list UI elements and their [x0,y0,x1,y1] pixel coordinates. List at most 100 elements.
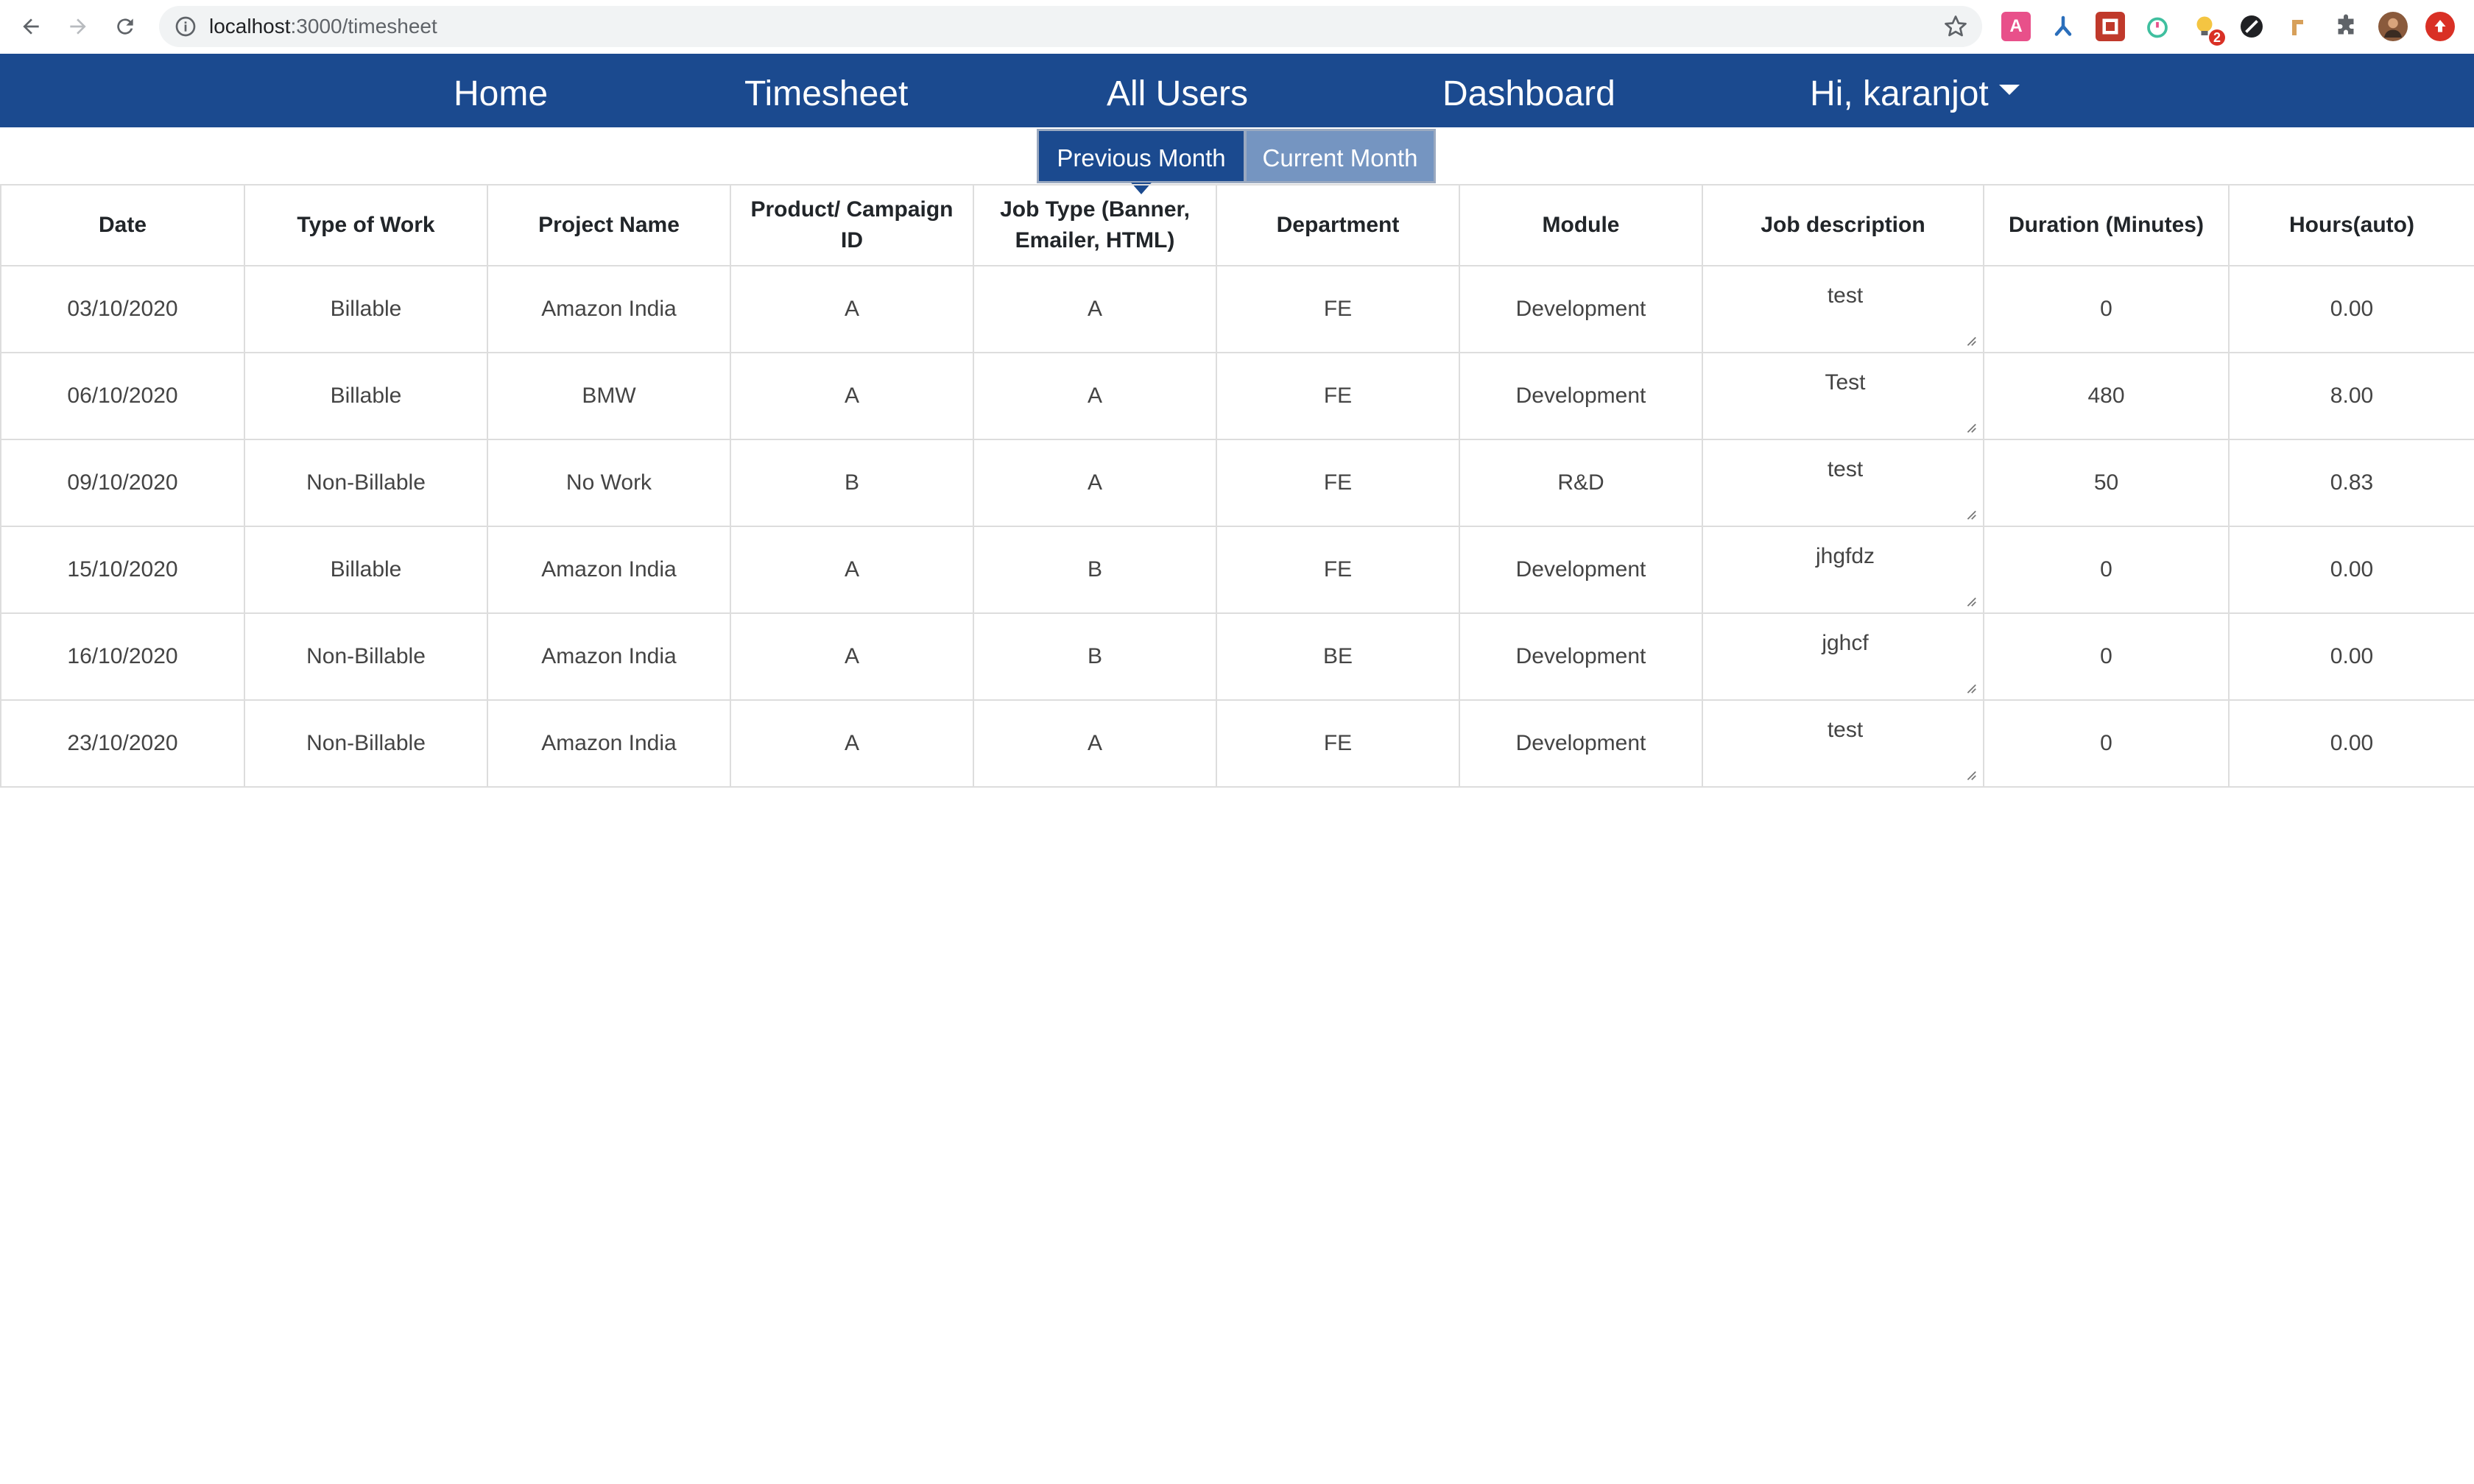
timer-icon[interactable] [2143,12,2172,41]
hours-cell: 0.83 [2228,439,2474,527]
url-path: :3000/timesheet [290,15,437,38]
resize-grip-icon[interactable] [1964,768,1977,781]
main-navbar: Home Timesheet All Users Dashboard Hi, k… [0,54,2474,127]
timesheet-table: Date Type of Work Project Name Product/ Cam… [0,184,2474,788]
job-description-text: test [1827,718,1864,742]
department-cell: FE [1216,265,1460,353]
product-campaign-id-cell: A [730,699,974,788]
job-description-cell: test [1702,699,1984,788]
hours-cell: 0.00 [2228,265,2474,353]
job-description-textarea[interactable]: test [1709,709,1981,784]
address-bar[interactable]: localhost:3000/timesheet [159,6,1982,47]
acrobat-icon[interactable]: A [2001,12,2031,41]
date-cell: 06/10/2020 [0,352,245,440]
header-module: Module [1459,184,1703,266]
duration-cell: 480 [1983,352,2230,440]
resize-grip-icon[interactable] [1964,420,1977,434]
table-row: 06/10/2020 Billable BMW A A FE Development Test… [0,352,2474,440]
reload-icon[interactable] [109,10,141,43]
department-cell: BE [1216,612,1460,701]
header-job-description: Job description [1702,184,1984,266]
job-type-cell: A [973,439,1217,527]
pin-icon[interactable] [2284,12,2313,41]
job-description-textarea[interactable]: test [1709,275,1981,350]
back-arrow-icon[interactable] [15,10,47,43]
date-cell: 23/10/2020 [0,699,245,788]
resize-grip-icon[interactable] [1964,333,1977,347]
nav-timesheet[interactable]: Timesheet [744,54,908,135]
project-name-cell: No Work [487,439,731,527]
department-cell: FE [1216,699,1460,788]
job-type-cell: A [973,699,1217,788]
circle-slash-icon[interactable] [2237,12,2266,41]
header-department: Department [1216,184,1460,266]
info-icon[interactable] [174,15,197,38]
resize-grip-icon[interactable] [1964,681,1977,694]
table-row: 03/10/2020 Billable Amazon India A A FE Develo… [0,265,2474,353]
duration-cell: 0 [1983,265,2230,353]
type-of-work-cell: Billable [244,352,488,440]
job-description-textarea[interactable]: test [1709,448,1981,523]
duration-cell: 0 [1983,526,2230,614]
bulb-badge: 2 [2209,29,2225,46]
nav-home[interactable]: Home [454,54,548,135]
user-menu[interactable]: Hi, karanjot [1810,54,2020,135]
type-of-work-cell: Non-Billable [244,439,488,527]
hours-cell: 8.00 [2228,352,2474,440]
product-campaign-id-cell: A [730,612,974,701]
job-description-textarea[interactable]: Test [1709,361,1981,437]
current-month-button[interactable]: Current Month [1244,129,1436,183]
puzzle-red-icon[interactable] [2096,12,2125,41]
job-description-cell: jhgfdz [1702,526,1984,614]
job-description-cell: test [1702,265,1984,353]
project-name-cell: Amazon India [487,526,731,614]
date-cell: 15/10/2020 [0,526,245,614]
job-type-cell: A [973,352,1217,440]
type-of-work-cell: Non-Billable [244,699,488,788]
dropdown-caret-icon [1998,85,2020,96]
job-description-textarea[interactable]: jhgfdz [1709,535,1981,610]
date-cell: 03/10/2020 [0,265,245,353]
type-of-work-cell: Billable [244,265,488,353]
module-cell: Development [1459,265,1703,353]
job-description-textarea[interactable]: jghcf [1709,622,1981,697]
profile-avatar[interactable] [2378,12,2408,41]
table-row: 23/10/2020 Non-Billable Amazon India A A FE De… [0,699,2474,788]
user-greeting: Hi, karanjot [1810,74,1989,113]
table-body: 03/10/2020 Billable Amazon India A A FE Develo… [0,265,2474,788]
table-header-row: Date Type of Work Project Name Product/ Cam… [0,184,2474,266]
module-cell: Development [1459,612,1703,701]
date-cell: 16/10/2020 [0,612,245,701]
date-cell: 09/10/2020 [0,439,245,527]
resize-grip-icon[interactable] [1964,507,1977,520]
job-type-cell: B [973,612,1217,701]
update-icon[interactable] [2425,12,2455,41]
job-description-cell: test [1702,439,1984,527]
table-row: 09/10/2020 Non-Billable No Work B A FE R&D test… [0,439,2474,527]
resize-grip-icon[interactable] [1964,594,1977,607]
nav-dashboard[interactable]: Dashboard [1442,54,1615,135]
duration-cell: 0 [1983,699,2230,788]
project-name-cell: Amazon India [487,699,731,788]
job-description-cell: Test [1702,352,1984,440]
project-name-cell: BMW [487,352,731,440]
job-description-cell: jghcf [1702,612,1984,701]
header-project-name: Project Name [487,184,731,266]
job-type-cell: B [973,526,1217,614]
header-hours: Hours(auto) [2228,184,2474,266]
job-description-text: test [1827,283,1864,308]
forward-arrow-icon[interactable] [62,10,94,43]
extensions-icon[interactable] [2331,12,2361,41]
nav-all-users[interactable]: All Users [1107,54,1248,135]
duration-cell: 50 [1983,439,2230,527]
department-cell: FE [1216,352,1460,440]
previous-month-button[interactable]: Previous Month [1037,129,1246,194]
hours-cell: 0.00 [2228,699,2474,788]
bookmark-star-icon[interactable] [1942,13,1969,40]
bulb-icon[interactable]: 2 [2190,12,2225,46]
job-description-text: jghcf [1822,631,1869,655]
header-duration: Duration (Minutes) [1983,184,2230,266]
fork-icon[interactable] [2048,12,2078,41]
module-cell: Development [1459,352,1703,440]
product-campaign-id-cell: A [730,526,974,614]
